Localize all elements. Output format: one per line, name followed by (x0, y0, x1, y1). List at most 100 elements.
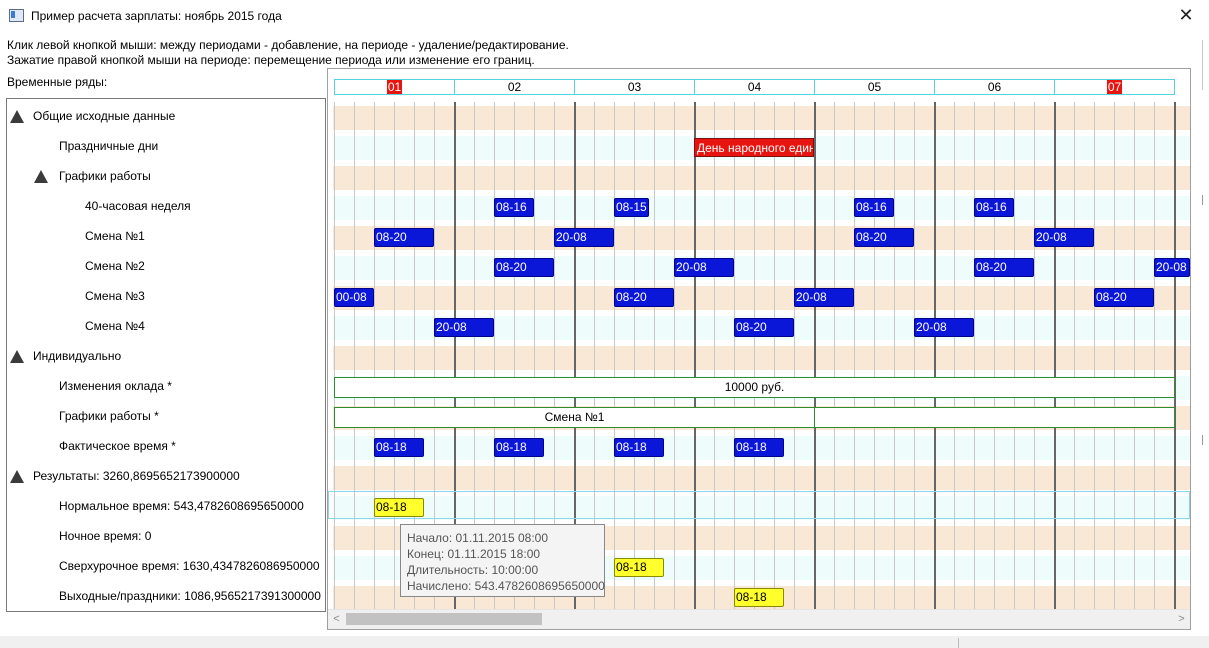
day-header: 01 (334, 79, 455, 95)
day-divider (814, 102, 816, 610)
tree-item[interactable]: Нормальное время: 543,4782608695650000 (59, 491, 304, 521)
period-chip[interactable]: 08-18 (494, 438, 544, 457)
tree-item[interactable]: Смена №2 (85, 251, 145, 281)
expand-collapse-icon[interactable] (10, 350, 24, 363)
hour-gridline (354, 102, 355, 610)
period-chip[interactable]: 00-08 (334, 288, 374, 307)
range-bar[interactable] (814, 407, 1175, 428)
hour-gridline (1114, 102, 1115, 610)
hour-gridline (1074, 102, 1075, 610)
period-chip[interactable]: 20-08 (554, 228, 614, 247)
horizontal-scrollbar[interactable]: < > (328, 609, 1190, 629)
hour-gridline (914, 102, 915, 610)
tree-item[interactable]: Индивидуально (33, 341, 121, 371)
hour-gridline (1034, 102, 1035, 610)
app-icon (9, 9, 24, 22)
close-button[interactable]: ✕ (1163, 0, 1209, 32)
day-header: 06 (934, 79, 1055, 95)
period-chip[interactable]: 08-18 (374, 438, 424, 457)
tree-item[interactable]: Ночное время: 0 (59, 521, 151, 551)
period-chip[interactable]: 08-18 (734, 438, 784, 457)
period-chip[interactable]: 08-20 (734, 318, 794, 337)
day-label: 02 (507, 80, 522, 94)
timeline-row[interactable] (333, 196, 1190, 220)
tree-item[interactable]: Выходные/праздники: 1086,956521739130000… (59, 581, 321, 611)
tree-item[interactable]: Фактическое время * (59, 431, 176, 461)
period-chip[interactable]: 20-08 (914, 318, 974, 337)
period-chip[interactable]: 08-20 (374, 228, 434, 247)
scroll-right-arrow[interactable]: > (1173, 610, 1190, 629)
tree-item[interactable]: Графики работы (59, 161, 151, 191)
hour-gridline (774, 102, 775, 610)
day-header: 02 (454, 79, 575, 95)
hour-gridline (1134, 102, 1135, 610)
expand-collapse-icon[interactable] (34, 170, 48, 183)
period-chip[interactable]: 20-08 (434, 318, 494, 337)
timeline-row[interactable] (333, 286, 1190, 310)
period-chip[interactable]: 08-20 (494, 258, 554, 277)
period-chip[interactable]: 20-08 (1034, 228, 1094, 247)
period-chip[interactable]: 08-20 (1094, 288, 1154, 307)
hour-gridline (394, 102, 395, 610)
day-divider (694, 102, 696, 610)
timeline-row[interactable] (333, 256, 1190, 280)
hour-gridline (1094, 102, 1095, 610)
hour-gridline (614, 102, 615, 610)
hour-gridline (714, 102, 715, 610)
hour-gridline (734, 102, 735, 610)
scroll-thumb[interactable] (346, 613, 542, 625)
period-chip[interactable]: 08-20 (854, 228, 914, 247)
tree-item[interactable]: Смена №1 (85, 221, 145, 251)
day-label: 04 (747, 80, 762, 94)
day-header: 04 (694, 79, 815, 95)
period-chip[interactable]: 20-08 (1154, 258, 1190, 277)
hour-gridline (1014, 102, 1015, 610)
timeline-row[interactable] (333, 166, 1190, 190)
hour-gridline (994, 102, 995, 610)
tooltip-start: Начало: 01.11.2015 08:00 (407, 531, 549, 545)
range-bar[interactable]: Смена №1 (334, 407, 815, 428)
tree-item[interactable]: 40-часовая неделя (85, 191, 191, 221)
hour-gridline (834, 102, 835, 610)
day-header: 05 (814, 79, 935, 95)
tree-item[interactable]: Результаты: 3260,8695652173900000 (33, 461, 240, 491)
period-chip[interactable]: 08-18 (374, 498, 424, 517)
hour-gridline (854, 102, 855, 610)
period-chip[interactable]: 08-16 (974, 198, 1014, 217)
day-header: 07 (1054, 79, 1175, 95)
tree-item[interactable]: Праздничные дни (59, 131, 158, 161)
time-series-label: Временные ряды: (7, 75, 108, 89)
hour-gridline (654, 102, 655, 610)
period-chip[interactable]: 08-16 (494, 198, 534, 217)
period-chip[interactable]: 20-08 (674, 258, 734, 277)
period-chip[interactable]: 08-18 (734, 588, 784, 607)
period-chip[interactable]: 08-15 (614, 198, 649, 217)
scroll-left-arrow[interactable]: < (328, 610, 345, 629)
background-window-strip (0, 636, 1209, 648)
period-chip[interactable]: 20-08 (794, 288, 854, 307)
tree-item[interactable]: Общие исходные данные (33, 101, 175, 131)
tree-item[interactable]: Изменения оклада * (59, 371, 172, 401)
period-chip[interactable]: 08-18 (614, 558, 664, 577)
timeline-row[interactable] (333, 106, 1190, 130)
expand-collapse-icon[interactable] (10, 470, 24, 483)
selected-row-highlight (328, 491, 1190, 519)
period-chip[interactable]: 08-18 (614, 438, 664, 457)
expand-collapse-icon[interactable] (10, 110, 24, 123)
period-chip[interactable]: 08-20 (614, 288, 674, 307)
tree-item[interactable]: Смена №3 (85, 281, 145, 311)
range-bar[interactable]: 10000 руб. (334, 377, 1175, 398)
timeline-row[interactable] (333, 346, 1190, 370)
tree-item[interactable]: Сверхурочное время: 1630,434782608695000… (59, 551, 320, 581)
hint-right-drag: Зажатие правой кнопкой мыши на периоде: … (7, 53, 535, 67)
hour-gridline (874, 102, 875, 610)
day-label: 01 (386, 80, 403, 94)
period-chip[interactable]: 08-16 (854, 198, 894, 217)
timeline-row[interactable] (333, 466, 1190, 490)
time-series-tree: Общие исходные данные Праздничные дни Граф… (6, 98, 326, 612)
tree-item[interactable]: Графики работы * (59, 401, 159, 431)
holiday-period[interactable]: День народного единства (694, 138, 814, 157)
tree-item[interactable]: Смена №4 (85, 311, 145, 341)
day-label: 07 (1106, 80, 1123, 94)
period-chip[interactable]: 08-20 (974, 258, 1034, 277)
